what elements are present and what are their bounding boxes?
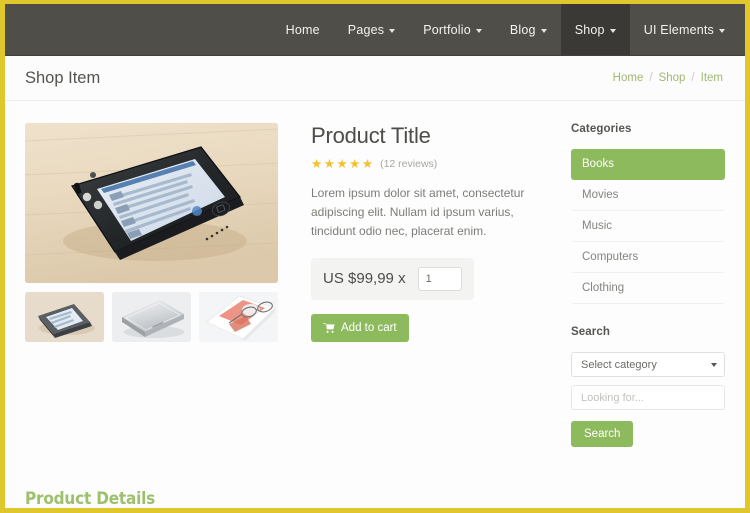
product-main-image[interactable]: [25, 123, 278, 283]
sidebar-item-clothing[interactable]: Clothing: [571, 273, 725, 304]
page-root: Home Pages Portfolio Blog Shop UI Elemen…: [5, 4, 745, 508]
nav-item-pages[interactable]: Pages: [334, 4, 409, 56]
chevron-down-icon: [719, 29, 725, 33]
product-gallery: [25, 123, 283, 469]
nav-item-blog[interactable]: Blog: [496, 4, 561, 56]
nav-item-portfolio[interactable]: Portfolio: [409, 4, 496, 56]
star-icon: ★: [349, 157, 361, 171]
chevron-down-icon: [711, 362, 717, 367]
star-icon: ★: [336, 157, 348, 171]
star-icon: ★: [311, 157, 323, 171]
main-content: Product Title ★ ★ ★ ★ ★ (12 reviews) Lor…: [5, 101, 745, 469]
breadcrumb-item-shop[interactable]: Shop: [659, 72, 686, 84]
product-title: Product Title: [311, 123, 431, 148]
product-details-heading: Product Details: [25, 489, 155, 508]
nav-item-label: Home: [285, 23, 320, 37]
search-button[interactable]: Search: [571, 421, 634, 447]
page-title: Shop Item: [25, 68, 101, 87]
chevron-down-icon: [475, 29, 482, 33]
product-details-section: Product Details Nunc in neque nec arcu v…: [5, 469, 745, 508]
star-rating: ★ ★ ★ ★ ★: [311, 158, 373, 171]
category-select[interactable]: Select category: [571, 352, 725, 377]
chevron-down-icon: [540, 29, 547, 33]
breadcrumb-separator: /: [649, 72, 653, 84]
sidebar-item-books[interactable]: Books: [571, 149, 725, 180]
quantity-input[interactable]: [417, 266, 462, 291]
chevron-down-icon: [609, 29, 616, 33]
product-thumbnail-1[interactable]: [25, 292, 104, 342]
price-quantity-box: US $99,99 x: [311, 257, 474, 300]
breadcrumb-separator: /: [691, 72, 695, 84]
search-input[interactable]: [571, 385, 725, 410]
star-icon: ★: [361, 157, 374, 171]
nav-item-label: Pages: [347, 23, 385, 37]
search-title: Search: [571, 326, 610, 338]
thumbnail-photo-illustration: [112, 292, 191, 342]
category-select-value: Select category: [581, 358, 657, 371]
add-to-cart-button[interactable]: Add to cart: [311, 313, 409, 342]
thumbnail-photo-illustration: [25, 292, 104, 342]
product-description: Lorem ipsum dolor sit amet, consectetur …: [311, 185, 525, 239]
nav-item-label: Portfolio: [423, 23, 471, 37]
nav-item-label: Blog: [509, 23, 536, 37]
categories-list: Books Movies Music Computers Clothing: [571, 149, 725, 304]
product-thumbnail-list: [25, 292, 283, 342]
product-info: Product Title ★ ★ ★ ★ ★ (12 reviews) Lor…: [283, 123, 565, 469]
nav-item-ui-elements[interactable]: UI Elements: [630, 4, 739, 56]
chevron-down-icon: [389, 29, 396, 33]
categories-title: Categories: [571, 123, 632, 135]
nav-menu: Home Pages Portfolio Blog Shop UI Elemen…: [272, 4, 745, 56]
page-header-bar: Shop Item Home / Shop / Item: [5, 56, 745, 101]
thumbnail-photo-illustration: [199, 292, 278, 342]
product-thumbnail-2[interactable]: [112, 292, 191, 342]
nav-item-home[interactable]: Home: [272, 4, 334, 56]
sidebar-item-computers[interactable]: Computers: [571, 242, 725, 273]
product-rating: ★ ★ ★ ★ ★ (12 reviews): [311, 158, 545, 171]
breadcrumb: Home / Shop / Item: [613, 72, 723, 84]
sidebar: Categories Books Movies Music Computers …: [565, 123, 725, 469]
nav-item-shop[interactable]: Shop: [560, 4, 630, 56]
reviews-count[interactable]: (12 reviews): [380, 158, 437, 170]
star-icon: ★: [323, 157, 335, 171]
category-select-wrapper: Select category: [571, 352, 725, 377]
breadcrumb-item-item: Item: [700, 72, 723, 84]
breadcrumb-item-home[interactable]: Home: [613, 72, 644, 84]
product-thumbnail-3[interactable]: [199, 292, 278, 342]
product-photo-illustration: [25, 123, 278, 283]
sidebar-item-movies[interactable]: Movies: [571, 180, 725, 211]
product-price: US $99,99 x: [323, 270, 406, 288]
browser-viewport-frame: Home Pages Portfolio Blog Shop UI Elemen…: [0, 0, 750, 513]
search-widget: Search Select category Search: [571, 326, 725, 447]
main-navbar: Home Pages Portfolio Blog Shop UI Elemen…: [5, 4, 745, 56]
sidebar-item-music[interactable]: Music: [571, 211, 725, 242]
categories-widget: Categories Books Movies Music Computers …: [571, 123, 725, 304]
shopping-cart-icon: [323, 322, 335, 333]
nav-item-label: UI Elements: [643, 23, 714, 37]
add-to-cart-label: Add to cart: [341, 321, 397, 334]
nav-item-label: Shop: [574, 23, 605, 37]
